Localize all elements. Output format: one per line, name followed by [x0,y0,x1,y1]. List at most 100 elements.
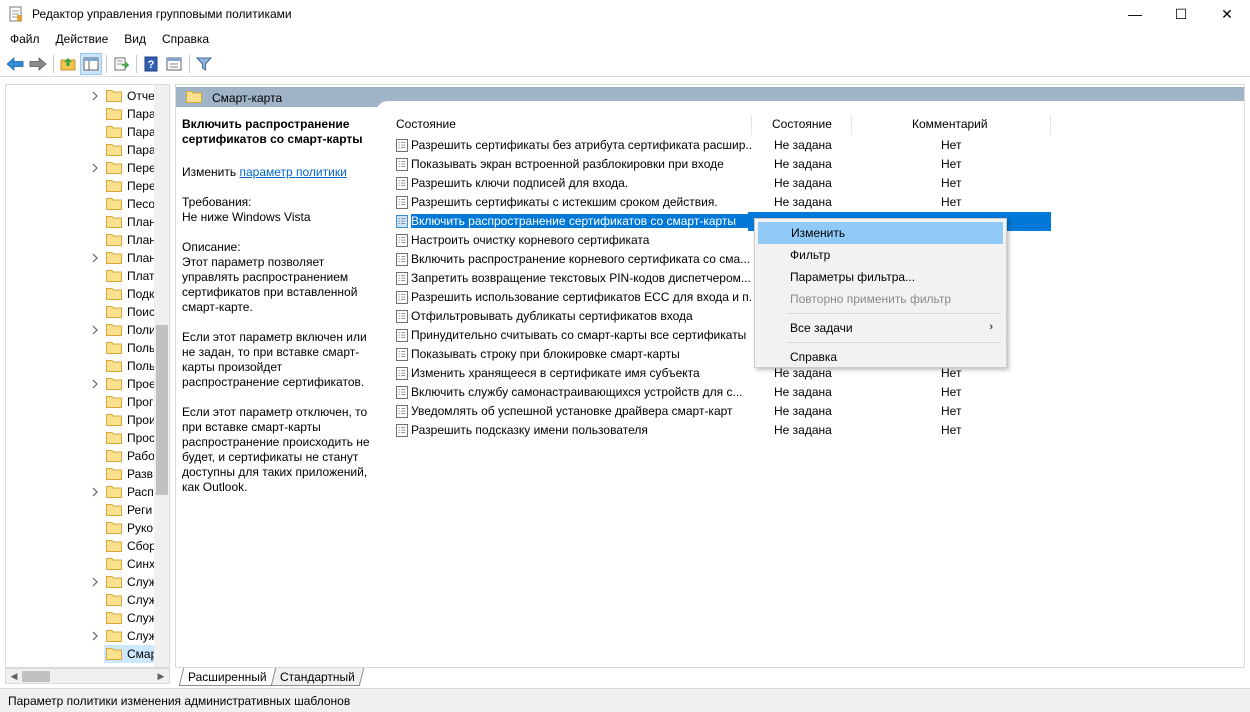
tree-item[interactable]: Рабо [6,447,156,465]
scroll-right-arrow-icon[interactable]: ▶ [153,669,169,683]
export-list-button[interactable] [110,53,132,75]
tree-item[interactable]: Поль [6,339,156,357]
policy-setting-icon [396,158,408,171]
help-button[interactable]: ? [140,53,162,75]
tree-item-label: Прос [127,431,155,445]
tree-item[interactable]: Служ [6,609,157,627]
chevron-right-icon[interactable] [90,91,100,101]
context-menu: Изменить Фильтр Параметры фильтра... Пов… [754,218,1007,368]
tree-item[interactable]: Поли [6,321,156,339]
tree-item[interactable]: Смар [6,645,158,663]
maximize-button[interactable]: ☐ [1158,0,1204,28]
edit-policy-link[interactable]: параметр политики [239,165,346,179]
table-row[interactable]: Включить службу самонастраивающихся устр… [392,383,1052,402]
policy-setting-icon [396,348,408,361]
tree-item[interactable]: Отче [6,87,156,105]
up-level-button[interactable] [57,53,79,75]
tree-item[interactable]: Реги [6,501,156,519]
extended-view-button[interactable] [163,53,185,75]
menu-item-all-tasks[interactable]: Все задачи › [758,317,1003,339]
tab-extended[interactable]: Расширенный [178,668,276,686]
setting-name: Разрешить подсказку имени пользователя [411,423,648,437]
table-row[interactable]: Разрешить подсказку имени пользователя Не… [392,421,1052,440]
table-row[interactable]: Показывать экран встроенной разблокировк… [392,155,1052,174]
close-button[interactable]: ✕ [1204,0,1250,28]
tree-item-label: Служ [127,575,157,589]
arrow-right-icon [29,56,47,71]
chevron-right-icon[interactable] [90,325,100,335]
menu-item-reapply-filter: Повторно применить фильтр [790,292,952,306]
tab-standard[interactable]: Стандартный [270,668,364,686]
tree-item[interactable]: Расп [6,483,156,501]
menu-item-filter-options[interactable]: Параметры фильтра... [758,266,1003,288]
menu-file[interactable]: Файл [4,32,46,46]
tree-vertical-scrollbar[interactable] [154,85,169,667]
tree-item[interactable]: Пере [6,177,156,195]
description-paragraph: Если этот параметр включен или не задан,… [182,330,367,389]
table-row[interactable]: Разрешить сертификаты с истекшим сроком … [392,193,1052,212]
chevron-right-icon[interactable] [90,631,100,641]
menu-help[interactable]: Справка [156,32,215,46]
tree-item[interactable]: Синх [6,555,156,573]
tree-item[interactable]: План [6,249,156,267]
setting-name: Уведомлять об успешной установке драйвер… [411,404,733,418]
tree-item[interactable]: Пере [6,159,156,177]
title-bar: Редактор управления групповыми политикам… [0,0,1250,28]
menu-item-filter[interactable]: Фильтр [758,244,1003,266]
tree-item[interactable]: План [6,231,156,249]
back-button[interactable] [4,53,26,75]
toolbar-separator [136,54,137,73]
tree-item[interactable]: Поль [6,357,156,375]
tree-item[interactable]: Прос [6,429,156,447]
tree-item[interactable]: Песо [6,195,156,213]
tree-item[interactable]: Разв [6,465,156,483]
folder-icon [106,594,122,606]
tree-item[interactable]: Подк [6,285,156,303]
tree-item[interactable]: Поис [6,303,156,321]
column-header-comment[interactable]: Комментарий [912,117,988,137]
tree-item[interactable]: Служ [6,591,157,609]
menu-item-help[interactable]: Справка [758,346,1003,368]
tree-item[interactable]: Прое [6,375,156,393]
scrollbar-thumb[interactable] [22,671,50,682]
tree-item-label: Рабо [127,449,155,463]
tree-item-label: Разв [127,467,154,481]
chevron-right-icon[interactable] [90,487,100,497]
scrollbar-thumb[interactable] [156,325,168,495]
folder-icon [106,288,122,300]
column-header-name[interactable]: Состояние [396,117,456,137]
chevron-right-icon[interactable] [90,163,100,173]
tree-item[interactable]: Руко [6,519,156,537]
tree-item[interactable]: Пара [6,105,156,123]
tree-item[interactable]: Сбор [6,537,156,555]
menu-action[interactable]: Действие [50,32,115,46]
forward-button[interactable] [27,53,49,75]
tree-item[interactable]: Пара [6,123,156,141]
chevron-right-icon[interactable] [90,577,100,587]
tree-item-label: Служ [127,629,157,643]
chevron-right-icon[interactable] [90,379,100,389]
menu-item-edit[interactable]: Изменить [758,222,1003,244]
minimize-button[interactable]: — [1112,0,1158,28]
policy-setting-icon [396,272,408,285]
menu-view[interactable]: Вид [118,32,152,46]
table-row[interactable]: Разрешить сертификаты без атрибута серти… [392,136,1052,155]
tree-item[interactable]: Служ [6,627,157,645]
tree-item[interactable]: План [6,213,156,231]
show-hide-tree-button[interactable] [80,52,102,75]
setting-comment: Нет [941,423,962,437]
table-row[interactable]: Разрешить ключи подписей для входа. Не за… [392,174,1052,193]
column-header-state[interactable]: Состояние [772,117,832,137]
scroll-left-arrow-icon[interactable]: ◀ [6,669,22,683]
tree-item[interactable]: Прог [6,393,156,411]
description-label: Описание: [182,240,241,254]
chevron-right-icon[interactable] [90,253,100,263]
setting-name: Включить распространение корневого серти… [411,252,751,266]
filter-button[interactable] [193,53,215,75]
tree-item[interactable]: Прои [6,411,156,429]
tree-horizontal-scrollbar[interactable]: ◀ ▶ [5,668,170,684]
tree-item[interactable]: Служ [6,573,157,591]
table-row[interactable]: Уведомлять об успешной установке драйвер… [392,402,1052,421]
tree-item[interactable]: Плат [6,267,156,285]
tree-item[interactable]: Пара [6,141,156,159]
